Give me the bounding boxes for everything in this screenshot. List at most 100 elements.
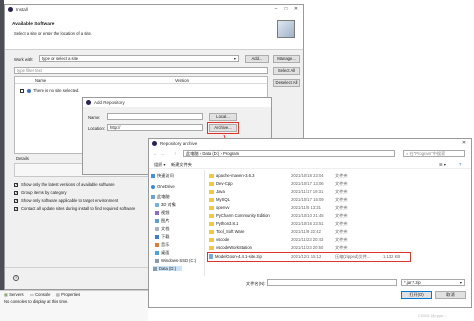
install-window-controls: – □ ✕	[271, 6, 301, 12]
install-title: Install	[16, 7, 28, 12]
nav-item[interactable]: OneDrive	[151, 184, 175, 189]
option-checkbox[interactable]: ✓	[14, 183, 18, 187]
add-repo-title: Add Repository	[94, 100, 125, 105]
organize-button[interactable]: 组织 ▾	[154, 162, 166, 168]
repo-name-label: Name:	[88, 115, 101, 120]
breadcrumb-item[interactable]: Data (D:)	[202, 151, 219, 156]
filter-input[interactable]: type filter text	[14, 67, 268, 74]
nav-item[interactable]: 3D 对象	[155, 202, 176, 208]
file-row[interactable]: Python3.8.1 2021/10/16 23:51 文件夹	[207, 220, 469, 228]
repo-name-input[interactable]	[107, 113, 203, 120]
back-arrow-icon[interactable]: ←	[153, 151, 157, 156]
repo-location-input[interactable]: http://	[107, 124, 203, 131]
folder-icon	[209, 198, 214, 202]
file-row[interactable]: MySQL 2021/10/17 15:09 文件夹	[207, 196, 469, 204]
option-row[interactable]: ✓ Contact all update sites during instal…	[14, 206, 154, 212]
filename-input[interactable]	[267, 279, 397, 286]
col-version-header[interactable]: Version	[175, 78, 189, 83]
search-placeholder: 在"Program"中搜索	[409, 151, 446, 156]
install-heading: Available Software	[12, 22, 55, 27]
archive-highlight	[207, 122, 239, 134]
work-with-value: type or select a site	[42, 56, 79, 61]
work-with-label: Work with:	[14, 57, 34, 62]
nav-item[interactable]: Windows-SSD (C:)	[155, 258, 196, 263]
folder-icon	[209, 214, 214, 218]
file-row[interactable]: apache-maven-3.6.3 2021/10/16 23:04 文件夹	[207, 172, 469, 180]
address-row: ← → ↑ 此电脑 › Data (D:) › Program ⌕ 在"Prog…	[149, 149, 471, 159]
nav-item[interactable]: 快速访问	[151, 173, 174, 179]
option-checkbox[interactable]: ✓	[14, 207, 18, 211]
eclipse-icon	[8, 7, 13, 12]
folder-icon	[209, 238, 214, 242]
option-label: Contact all update sites during install …	[21, 206, 136, 211]
tab-properties[interactable]: ▤ Properties	[56, 292, 80, 297]
nav-item-selected[interactable]: Data (D:)	[153, 266, 182, 271]
file-row[interactable]: Java 2021/11/17 19:31 文件夹	[207, 188, 469, 196]
add-button[interactable]: Add...	[245, 55, 269, 63]
forward-arrow-icon[interactable]: →	[160, 151, 164, 156]
minimize-icon[interactable]: –	[271, 6, 281, 12]
manage-button[interactable]: Manage...	[273, 55, 300, 63]
close-icon[interactable]: ✕	[459, 140, 469, 146]
nav-item[interactable]: 文档	[155, 226, 169, 232]
option-label: Group items by category	[21, 190, 67, 195]
option-label: Show only software applicable to target …	[21, 198, 119, 203]
chevron-down-icon: ▾	[233, 56, 236, 61]
option-row[interactable]: ✓ Show only software applicable to targe…	[14, 198, 154, 204]
repository-archive-dialog: Repository archive ✕ ← → ↑ 此电脑 › Data (D…	[148, 138, 472, 308]
option-row[interactable]: ✓ Group items by category	[14, 190, 154, 196]
folder-icon	[209, 246, 214, 250]
archive-titlebar: Repository archive ✕	[149, 139, 471, 148]
install-subheading: Select a site or enter the location of a…	[14, 31, 92, 36]
file-type-filter[interactable]: *.jar;*.zip ▾	[401, 279, 465, 286]
tab-servers[interactable]: ▦ Servers	[4, 292, 24, 297]
repo-location-label: Location:	[88, 126, 105, 131]
breadcrumb-item[interactable]: Program	[223, 151, 239, 156]
install-header: Available Software Select a site or ente…	[5, 14, 303, 50]
file-row[interactable]: openvv 2021/11/5 13:31 文件夹	[207, 204, 469, 212]
file-row[interactable]: Tool_Soft Ware 2021/11/9 22:42 文件夹	[207, 228, 469, 236]
work-with-combo[interactable]: type or select a site ▾	[39, 55, 239, 62]
breadcrumb-item[interactable]: 此电脑	[186, 151, 199, 156]
nav-item[interactable]: 此电脑	[151, 194, 170, 200]
option-label: Show only the latest versions of availab…	[21, 182, 115, 187]
deselect-all-button[interactable]: Deselect All	[273, 79, 300, 87]
file-row[interactable]: Dev-Cpp 2021/10/17 13:06 文件夹	[207, 180, 469, 188]
nav-item[interactable]: 音乐	[155, 242, 169, 248]
no-site-text: There is no site selected.	[33, 88, 80, 93]
close-icon[interactable]: ✕	[291, 6, 301, 12]
nav-item[interactable]: 视频	[155, 210, 169, 216]
file-row[interactable]: vscodeWorkStation 2021/11/23 20:50 文件夹	[207, 244, 469, 252]
up-arrow-icon[interactable]: ↑	[174, 151, 176, 156]
select-all-button[interactable]: Select All	[273, 67, 300, 75]
bottom-panel: ▦ Servers ▭ Console ▤ Properties No cons…	[0, 290, 148, 321]
nav-item[interactable]: 桌面	[155, 250, 169, 256]
nav-item[interactable]: 图片	[155, 218, 169, 224]
help-icon[interactable]: ?	[13, 275, 19, 281]
file-row[interactable]: PyCharm Community Edition 2021/10/10 21:4…	[207, 212, 469, 220]
maximize-icon[interactable]: □	[281, 6, 291, 12]
local-button[interactable]: Local...	[209, 113, 237, 121]
file-row[interactable]: vscode 2021/11/23 20:43 文件夹	[207, 236, 469, 244]
help-icon[interactable]: ?	[459, 162, 461, 167]
install-titlebar: Install – □ ✕	[5, 5, 303, 14]
view-options-icon[interactable]: ☰ ▾	[439, 162, 446, 167]
archive-cancel-button[interactable]: 取消	[435, 291, 466, 299]
new-folder-button[interactable]: 新建文件夹	[171, 162, 192, 168]
option-row[interactable]: ✓ Show only the latest versions of avail…	[14, 182, 154, 188]
col-name-header[interactable]: Name	[35, 78, 46, 83]
no-site-checkbox[interactable]	[20, 89, 24, 93]
open-button[interactable]: 打开(O)	[401, 291, 432, 299]
watermark: CSDN @pppp...	[418, 313, 447, 318]
folder-icon	[209, 174, 214, 178]
nav-item[interactable]: 下载	[155, 234, 169, 240]
navigation-pane: 快速访问 OneDrive 此电脑 3D 对象 视频 图片 文档 下载 音乐 桌…	[149, 170, 205, 276]
option-checkbox[interactable]: ✓	[14, 191, 18, 195]
option-checkbox[interactable]: ✓	[14, 199, 18, 203]
folder-icon	[209, 190, 214, 194]
info-icon	[27, 89, 31, 93]
tab-console[interactable]: ▭ Console	[30, 292, 51, 297]
folder-icon	[209, 206, 214, 210]
breadcrumb[interactable]: 此电脑 › Data (D:) › Program	[183, 150, 395, 157]
search-input[interactable]: ⌕ 在"Program"中搜索	[403, 150, 465, 157]
